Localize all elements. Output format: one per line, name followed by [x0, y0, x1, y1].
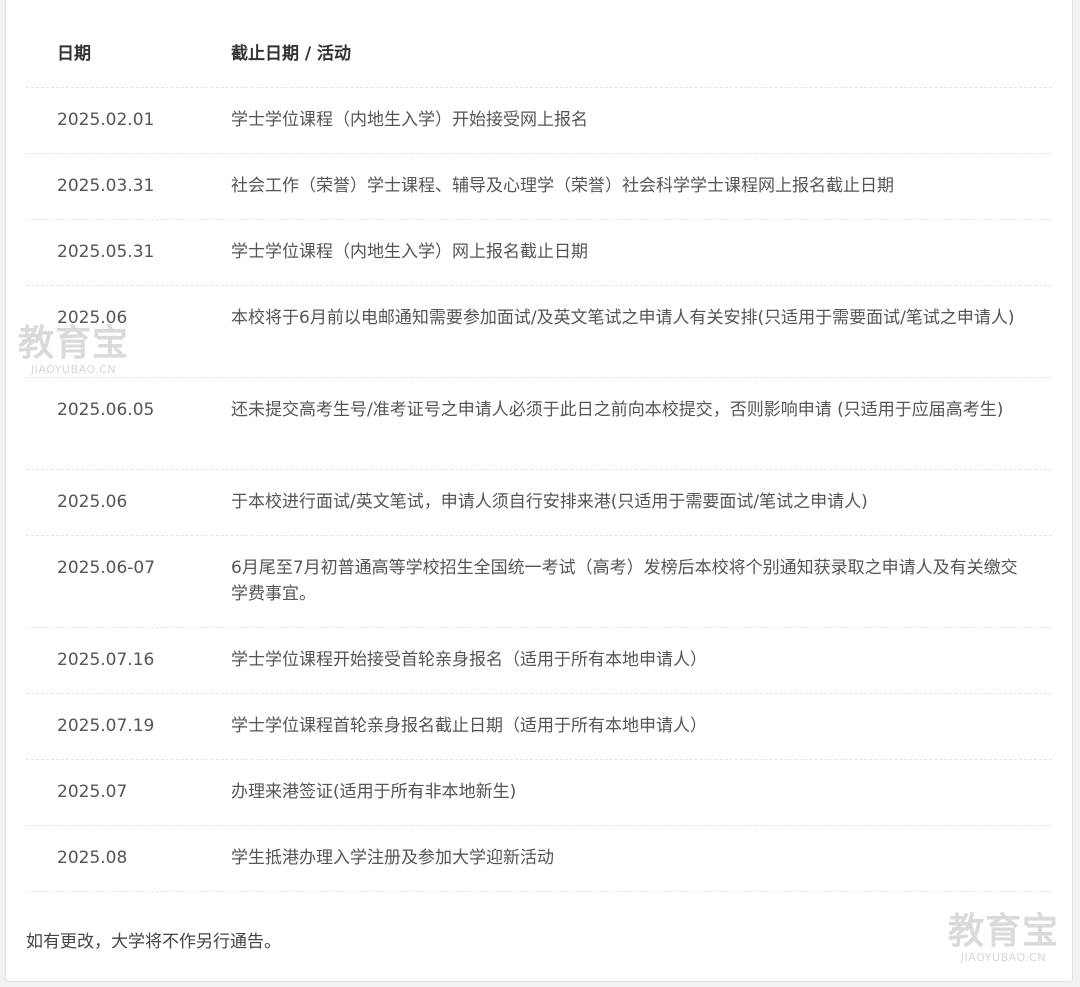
watermark-brand: 教育宝 [948, 911, 1060, 952]
schedule-table: 日期 截止日期 / 活动 2025.02.01 学士学位课程（内地生入学）开始接… [26, 21, 1052, 892]
row-date: 2025.07.19 [57, 716, 155, 736]
row-date: 2025.07.16 [57, 650, 155, 670]
row-date: 2025.06.05 [57, 400, 155, 420]
row-date: 2025.06-07 [57, 558, 156, 578]
header-date: 日期 [57, 44, 91, 64]
table-row: 2025.07 办理来港签证(适用于所有非本地新生) [26, 760, 1052, 826]
row-date: 2025.03.31 [57, 176, 155, 196]
row-date: 2025.02.01 [57, 110, 155, 130]
table-row: 2025.06.05 还未提交高考生号/准考证号之申请人必须于此日之前向本校提交… [26, 378, 1052, 470]
table-row: 2025.08 学生抵港办理入学注册及参加大学迎新活动 [26, 826, 1052, 892]
content-card: 日期 截止日期 / 活动 2025.02.01 学士学位课程（内地生入学）开始接… [5, 0, 1073, 982]
row-date: 2025.07 [57, 782, 128, 802]
row-activity: 还未提交高考生号/准考证号之申请人必须于此日之前向本校提交，否则影响申请 (只适… [231, 400, 1004, 420]
row-activity: 于本校进行面试/英文笔试，申请人须自行安排来港(只适用于需要面试/笔试之申请人) [231, 492, 868, 512]
row-date: 2025.08 [57, 848, 128, 868]
table-row: 2025.05.31 学士学位课程（内地生入学）网上报名截止日期 [26, 220, 1052, 286]
table-row: 2025.07.19 学士学位课程首轮亲身报名截止日期（适用于所有本地申请人） [26, 694, 1052, 760]
row-activity: 本校将于6月前以电邮通知需要参加面试/及英文笔试之申请人有关安排(只适用于需要面… [231, 308, 1015, 328]
watermark-brand: 教育宝 [18, 323, 130, 364]
table-row: 2025.06 于本校进行面试/英文笔试，申请人须自行安排来港(只适用于需要面试… [26, 470, 1052, 536]
table-row: 2025.02.01 学士学位课程（内地生入学）开始接受网上报名 [26, 88, 1052, 154]
row-date: 2025.05.31 [57, 242, 155, 262]
table-row: 2025.06-07 6月尾至7月初普通高等学校招生全国统一考试（高考）发榜后本… [26, 536, 1052, 628]
row-activity: 办理来港签证(适用于所有非本地新生) [231, 782, 517, 802]
row-activity: 学士学位课程（内地生入学）开始接受网上报名 [231, 110, 588, 130]
row-activity: 学生抵港办理入学注册及参加大学迎新活动 [231, 848, 554, 868]
table-row: 2025.07.16 学士学位课程开始接受首轮亲身报名（适用于所有本地申请人） [26, 628, 1052, 694]
table-row: 2025.03.31 社会工作（荣誉）学士课程、辅导及心理学（荣誉）社会科学学士… [26, 154, 1052, 220]
table-header: 日期 截止日期 / 活动 [26, 21, 1052, 88]
header-activity: 截止日期 / 活动 [231, 44, 352, 64]
row-activity: 社会工作（荣誉）学士课程、辅导及心理学（荣誉）社会科学学士课程网上报名截止日期 [231, 176, 894, 196]
row-date: 2025.06 [57, 492, 128, 512]
row-activity: 6月尾至7月初普通高等学校招生全国统一考试（高考）发榜后本校将个别通知获录取之申… [231, 558, 1018, 604]
table-row: 2025.06 本校将于6月前以电邮通知需要参加面试/及英文笔试之申请人有关安排… [26, 286, 1052, 378]
watermark-domain: JIAOYUBAO.CN [30, 363, 117, 376]
row-activity: 学士学位课程（内地生入学）网上报名截止日期 [231, 242, 588, 262]
row-activity: 学士学位课程开始接受首轮亲身报名（适用于所有本地申请人） [231, 650, 707, 670]
row-activity: 学士学位课程首轮亲身报名截止日期（适用于所有本地申请人） [231, 716, 707, 736]
watermark-domain: JIAOYUBAO.CN [960, 951, 1047, 964]
watermark-logo: 教育宝 JIAOYUBAO.CN [948, 911, 1060, 964]
change-notice: 如有更改，大学将不作另行通告。 [26, 932, 281, 952]
watermark-logo: 教育宝 JIAOYUBAO.CN [18, 323, 130, 376]
